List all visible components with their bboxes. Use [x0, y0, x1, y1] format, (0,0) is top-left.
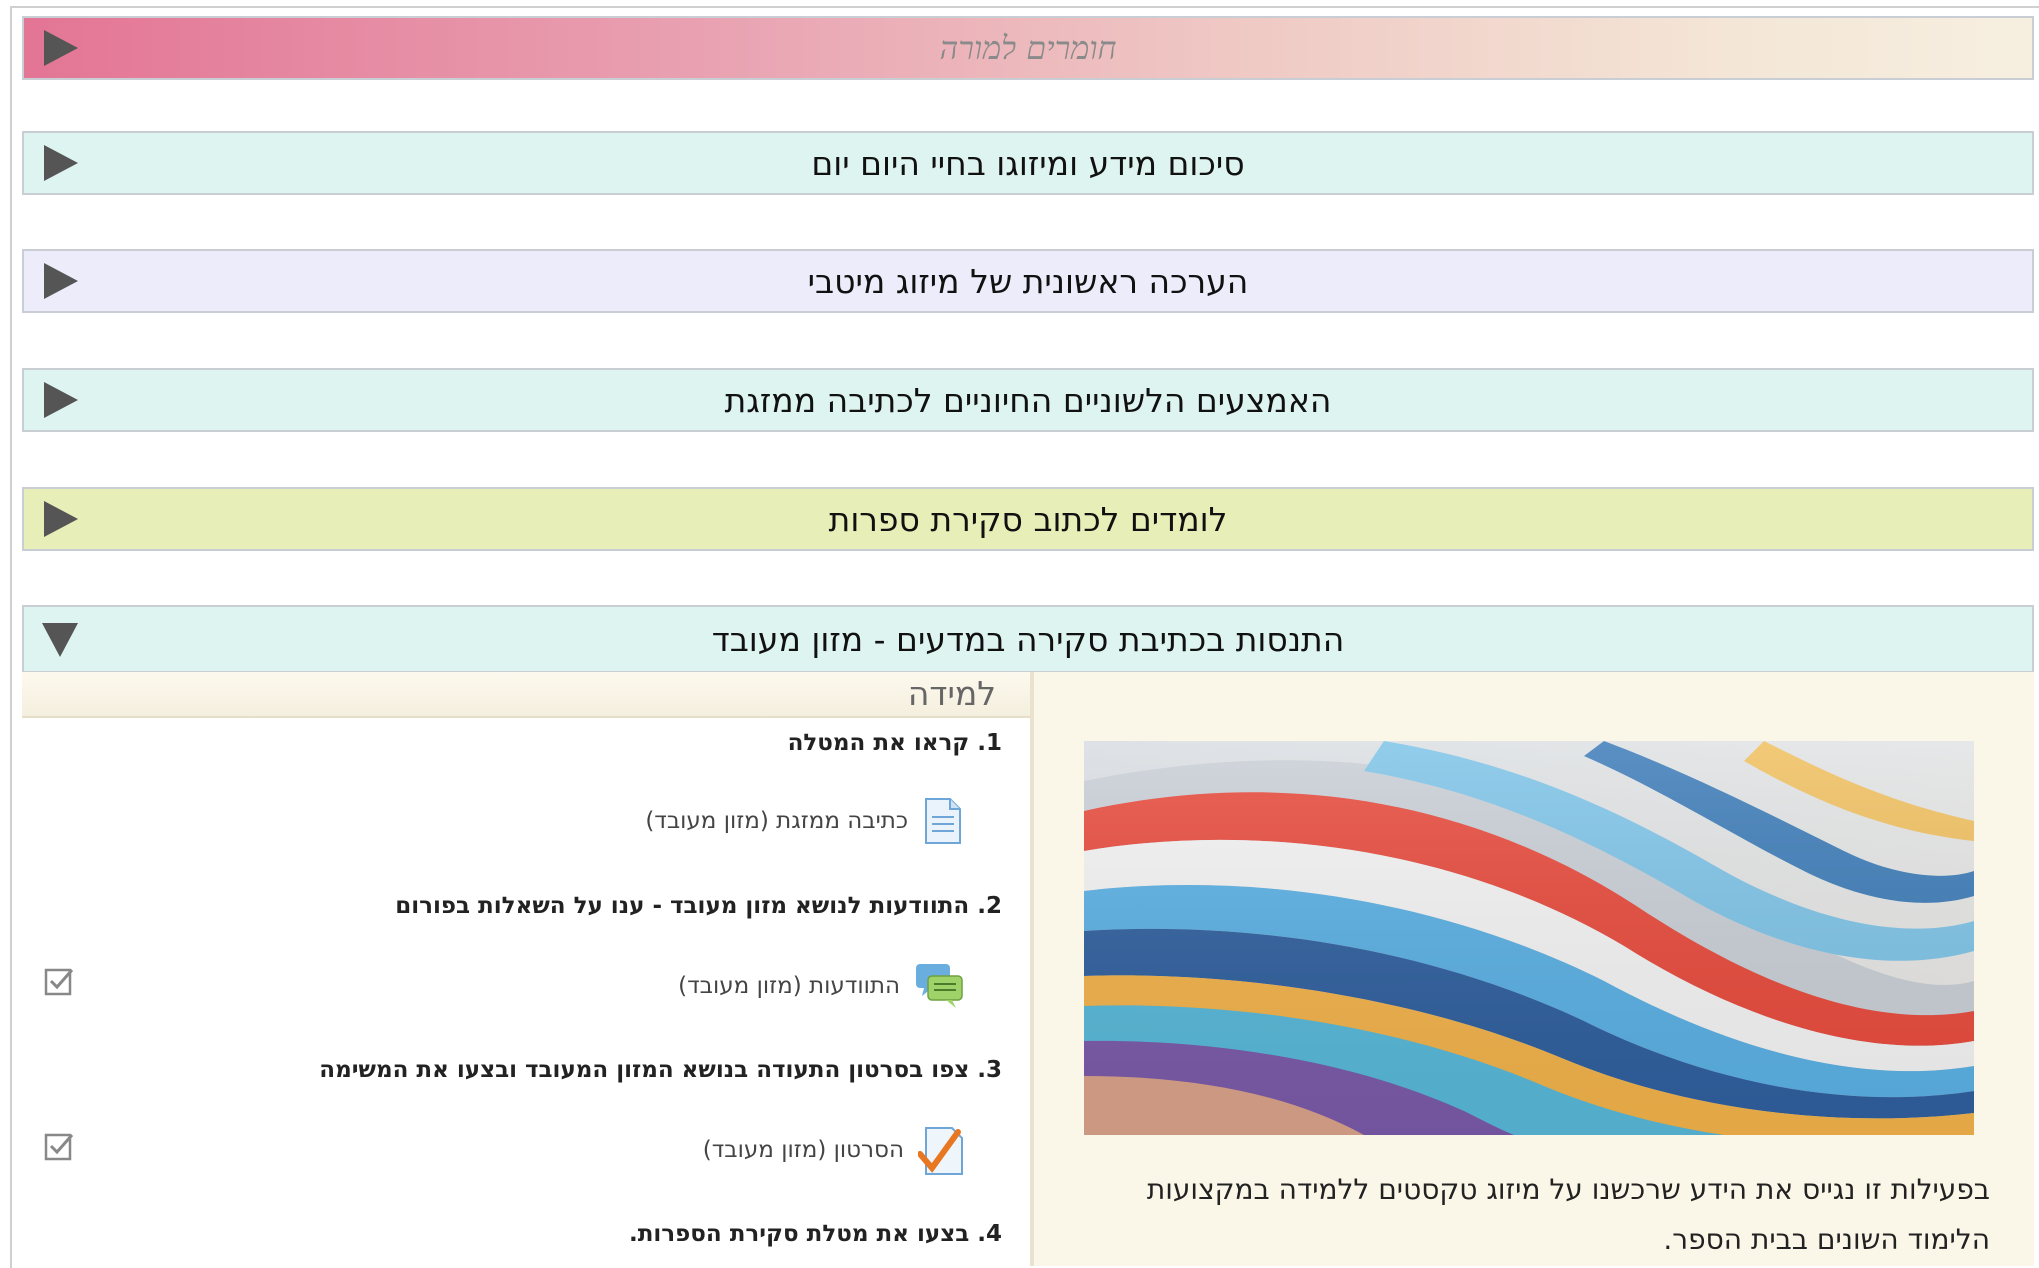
section-title: לומדים לכתוב סקירת ספרות [828, 499, 1228, 539]
checkbox-icon[interactable] [44, 966, 74, 996]
checkbox-icon[interactable] [44, 1131, 74, 1161]
magazines-image [1084, 741, 1974, 1135]
resource-label: הסרטון (מזון מעובד) [702, 1137, 904, 1163]
resource-forum[interactable]: התוודעות (מזון מעובד) [678, 960, 966, 1012]
learning-tab[interactable]: למידה [22, 672, 1030, 718]
section-title: התנסות בכתיבת סקירה במדעים - מזון מעובד [711, 619, 1345, 659]
resource-label: התוודעות (מזון מעובד) [678, 973, 900, 999]
resource-video-assignment[interactable]: הסרטון (מזון מעובד) [703, 1124, 966, 1176]
section-title: סיכום מידע ומיזוגו בחיי היום יום [811, 143, 1245, 183]
section-title: הערכה ראשונית של מיזוג מיטבי [807, 261, 1249, 301]
activity-description: בפעילות זו נגייס את הידע שרכשנו על מיזוג… [1146, 1173, 1990, 1256]
expand-arrow-icon [42, 623, 78, 657]
learning-tab-label: למידה [907, 674, 996, 713]
step-3: 3. צפו בסרטון התעודה בנושא המזון המעובד … [319, 1057, 1002, 1083]
section-initial-assessment[interactable]: הערכה ראשונית של מיזוג מיטבי [22, 249, 2034, 313]
resource-label: כתיבה ממזגת (מזון מעובד) [645, 808, 908, 834]
forum-icon [916, 964, 963, 1008]
play-arrow-icon [44, 501, 78, 537]
section-science-review[interactable]: התנסות בכתיבת סקירה במדעים - מזון מעובד [22, 605, 2034, 673]
step-2: 2. התוודעות לנושא מזון מעובד - ענו על הש… [395, 893, 1002, 919]
play-arrow-icon [44, 30, 78, 66]
section-linguistic-means[interactable]: האמצעים הלשוניים החיוניים לכתיבה ממזגת [22, 368, 2034, 432]
play-arrow-icon [44, 263, 78, 299]
section-info-summary[interactable]: סיכום מידע ומיזוגו בחיי היום יום [22, 131, 2034, 195]
document-icon [925, 798, 961, 844]
play-arrow-icon [44, 382, 78, 418]
play-arrow-icon [44, 145, 78, 181]
section-title: האמצעים הלשוניים החיוניים לכתיבה ממזגת [724, 380, 1332, 420]
assignment-icon [918, 1127, 963, 1175]
step-1: 1. קראו את המטלה [787, 730, 1002, 756]
section-literature-review[interactable]: לומדים לכתוב סקירת ספרות [22, 487, 2034, 551]
resource-blended-writing[interactable]: כתיבה ממזגת (מזון מעובד) [645, 797, 964, 845]
step-4: 4. בצעו את מטלת סקירת הספרות. [628, 1221, 1002, 1247]
section-teacher-materials[interactable]: חומרים למורה [22, 16, 2034, 80]
section-title: חומרים למורה [939, 29, 1117, 67]
